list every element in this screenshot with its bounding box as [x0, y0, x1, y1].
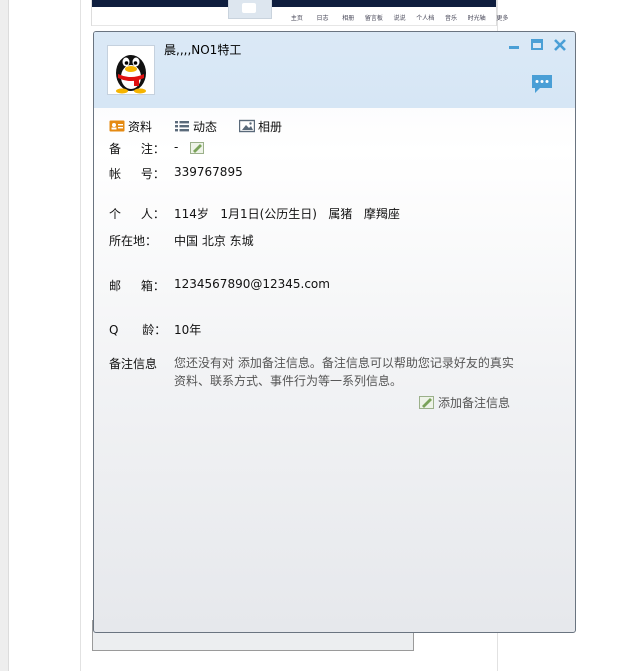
profile-tabs: 资料 动态 相册	[109, 117, 304, 135]
background-divider	[92, 25, 496, 26]
edit-note-icon	[419, 396, 434, 409]
penguin-avatar-icon[interactable]	[107, 45, 155, 95]
email-value: 1234567890@12345.com	[174, 277, 330, 291]
left-margin-strip	[0, 0, 9, 671]
profile-header: 晨,,,,NO1特工	[94, 32, 575, 108]
background-avatar	[228, 0, 272, 19]
q-age-label-a: Q	[109, 323, 119, 337]
edit-memo-icon[interactable]	[190, 141, 205, 154]
tab-album[interactable]: 相册	[238, 117, 283, 135]
q-age-value: 10年	[174, 323, 202, 337]
close-icon[interactable]	[553, 38, 567, 52]
tab-album-label: 相册	[258, 119, 283, 134]
email-label-a: 邮	[109, 279, 122, 293]
background-nav-item[interactable]: 留言板	[361, 13, 387, 22]
account-label-b: 号：	[140, 167, 165, 181]
background-nav-item[interactable]: 日志	[310, 13, 336, 22]
tab-activity[interactable]: 动态	[174, 117, 217, 135]
tab-activity-label: 动态	[193, 119, 218, 134]
tab-profile-label: 资料	[128, 119, 153, 134]
background-nav-item[interactable]: 时光轴	[464, 13, 490, 22]
note-label: 备注信息	[109, 357, 158, 371]
page-border-left	[80, 0, 81, 671]
memo-label-a: 备	[109, 142, 122, 156]
nickname: 晨,,,,NO1特工	[164, 43, 242, 57]
add-note-link[interactable]: 添加备注信息	[419, 394, 510, 411]
personal-label-a: 个	[109, 207, 122, 221]
background-page-header: 主页 日志 相册 留言板 说说 个人档 音乐 时光轴 更多	[91, 0, 508, 26]
profile-card: 晨,,,,NO1特工 资料 动态 相册 备 注： - 帐 号： 33976789…	[93, 31, 576, 633]
chat-bubble-icon[interactable]	[530, 73, 554, 95]
photo-icon	[238, 119, 256, 133]
background-nav-item[interactable]: 主页	[284, 13, 310, 22]
background-nav-item[interactable]: 更多	[490, 13, 516, 22]
background-nav-item[interactable]: 说说	[387, 13, 413, 22]
background-nav-item[interactable]: 音乐	[438, 13, 464, 22]
location-value: 中国 北京 东城	[174, 234, 254, 248]
account-value: 339767895	[174, 165, 243, 179]
memo-value: -	[174, 140, 179, 154]
id-card-icon	[109, 119, 125, 133]
background-nav-item[interactable]: 相册	[335, 13, 361, 22]
location-label: 所在地：	[109, 234, 158, 248]
email-label-b: 箱：	[140, 279, 165, 293]
q-age-label-b: 龄：	[142, 323, 167, 337]
note-text: 您还没有对 添加备注信息。备注信息可以帮助您记录好友的真实资料、联系方式、事件行…	[174, 356, 514, 388]
background-nav: 主页 日志 相册 留言板 说说 个人档 音乐 时光轴 更多	[284, 13, 515, 22]
account-label-a: 帐	[109, 167, 122, 181]
tab-profile[interactable]: 资料	[109, 117, 152, 135]
background-banner	[92, 0, 496, 7]
background-nav-item[interactable]: 个人档	[412, 13, 438, 22]
maximize-icon[interactable]	[530, 38, 544, 52]
minimize-icon[interactable]	[507, 38, 521, 52]
personal-value: 114岁 1月1日(公历生日) 属猪 摩羯座	[174, 207, 400, 221]
memo-label-b: 注：	[140, 142, 165, 156]
add-note-label: 添加备注信息	[438, 396, 511, 410]
personal-label-b: 人：	[140, 207, 165, 221]
list-icon	[174, 119, 190, 133]
